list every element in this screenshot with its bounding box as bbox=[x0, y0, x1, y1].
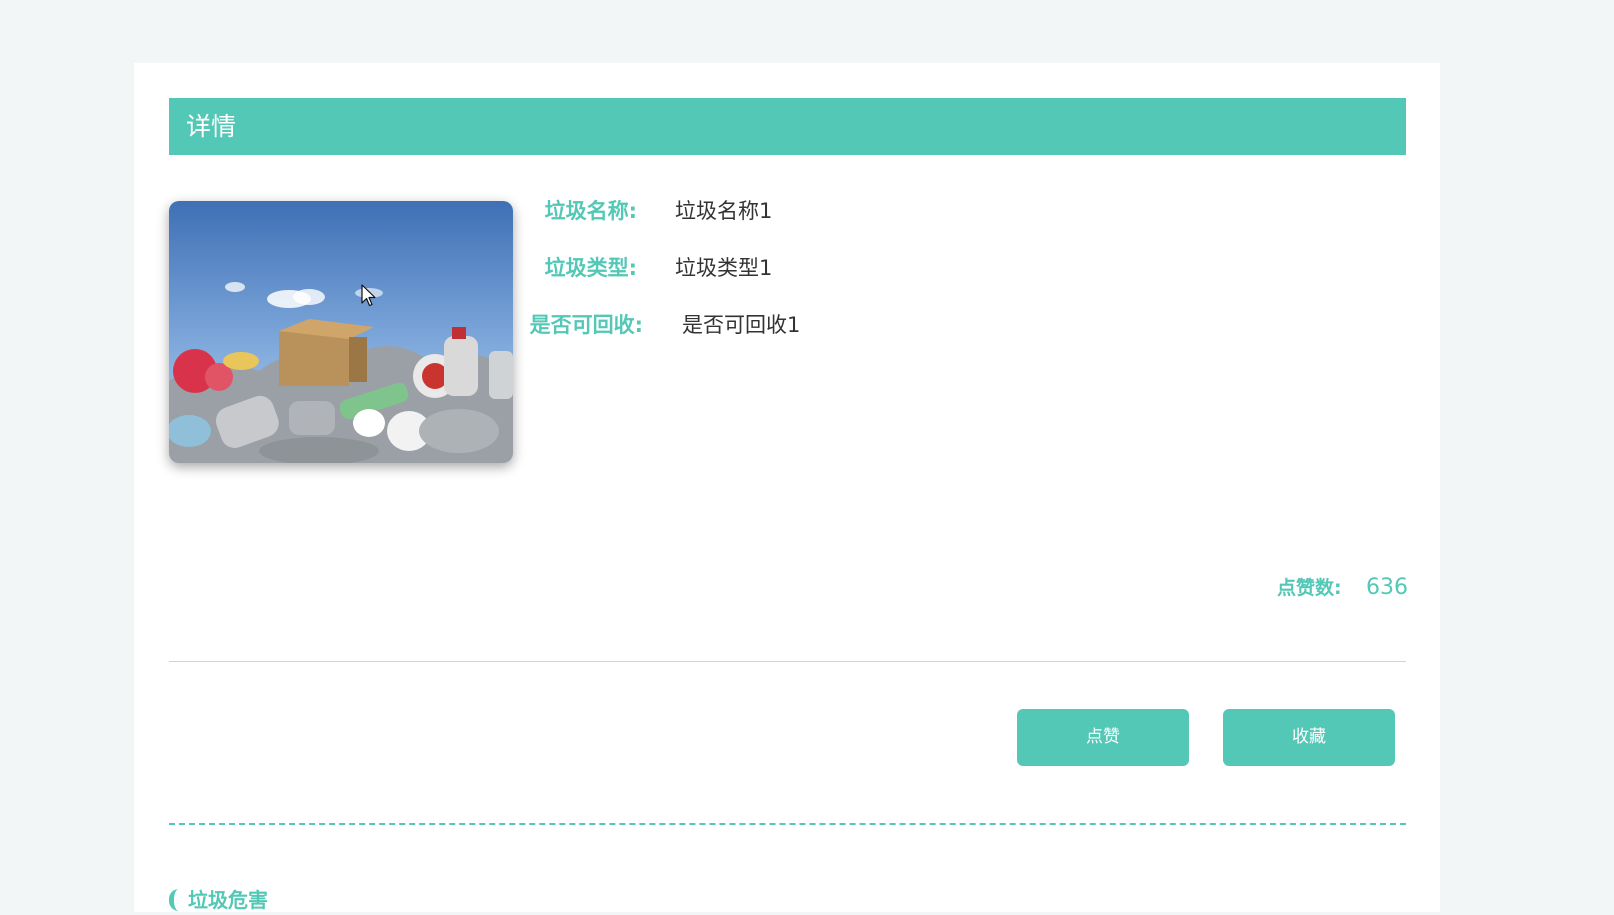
section-title-text: 垃圾危害 bbox=[188, 888, 268, 912]
section-heading: 垃圾危害 bbox=[169, 885, 268, 915]
detail-card: 详情 垃圾名称: 垃圾名称1 垃圾类型: 垃圾类型1 是否可回收: 是否可回收1… bbox=[134, 63, 1440, 912]
recyclable-value: 是否可回收1 bbox=[682, 313, 801, 337]
recyclable-label: 是否可回收: bbox=[529, 313, 643, 337]
page-title: 详情 bbox=[186, 112, 237, 141]
favorite-button[interactable]: 收藏 bbox=[1223, 709, 1395, 766]
detail-header: 详情 bbox=[169, 98, 1406, 155]
garbage-type-value: 垃圾类型1 bbox=[675, 256, 773, 280]
section-divider bbox=[169, 823, 1406, 825]
like-count-label: 点赞数: bbox=[1277, 577, 1342, 599]
content-divider bbox=[169, 661, 1406, 662]
garbage-name-label: 垃圾名称: bbox=[544, 199, 637, 223]
garbage-type-label: 垃圾类型: bbox=[544, 256, 637, 280]
garbage-photo bbox=[169, 201, 513, 463]
garbage-name-value: 垃圾名称1 bbox=[675, 199, 773, 223]
like-count-value: 636 bbox=[1366, 575, 1408, 600]
like-button[interactable]: 点赞 bbox=[1017, 709, 1189, 766]
mouse-cursor-icon bbox=[361, 284, 376, 307]
bracket-icon bbox=[169, 888, 182, 911]
